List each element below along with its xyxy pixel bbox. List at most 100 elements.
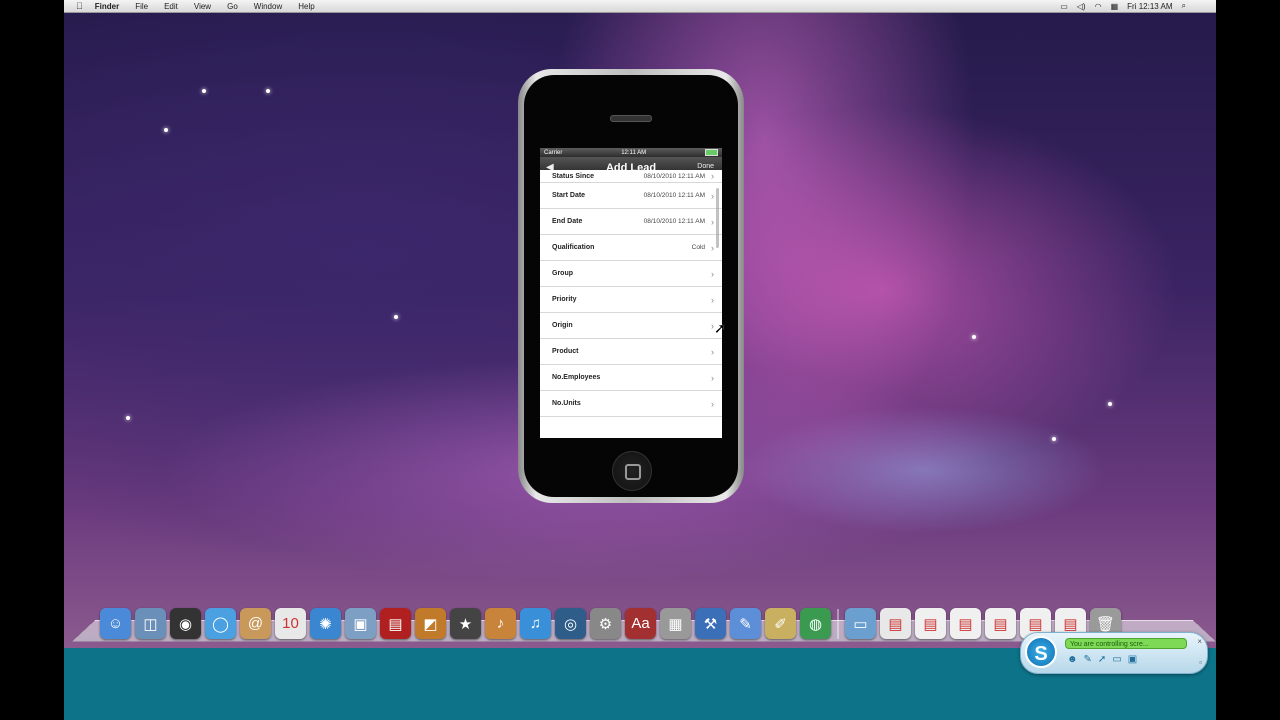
screen:  Finder File Edit View Go Window Help ▭… [64,0,1216,720]
earpiece [610,115,652,122]
done-button[interactable]: Done [697,163,714,170]
iphoto-icon[interactable]: ▣ [345,608,376,639]
globe-icon[interactable]: ◍ [800,608,831,639]
time-machine-icon[interactable]: ◎ [555,608,586,639]
safari-icon[interactable]: ✺ [310,608,341,639]
table-row[interactable]: Start Date 08/10/2010 12:11 AM › [540,183,722,209]
iphone-status-bar: Carrier 12:11 AM [540,148,722,157]
applications-folder-icon[interactable]: ▭ [845,608,876,639]
menu-item-help[interactable]: Help [298,2,314,11]
table-row[interactable]: End Date 08/10/2010 12:11 AM › [540,209,722,235]
keyboard-icon[interactable]: ▦ [1111,2,1119,11]
dock-separator [837,609,839,639]
table-row[interactable]: Product › [540,339,722,365]
table-row[interactable]: Priority › [540,287,722,313]
star [1108,402,1112,406]
chevron-right-icon: › [711,171,714,181]
pen-icon[interactable]: ✎ [1084,654,1092,665]
document-stack-icon[interactable]: ▤ [915,608,946,639]
garageband-icon[interactable]: ♪ [485,608,516,639]
document-stack-icon[interactable]: ▤ [950,608,981,639]
row-label: Group [552,270,573,277]
row-label: Status Since [552,172,595,180]
pointer-icon[interactable]: ➚ [1098,654,1106,665]
chevron-right-icon: › [711,190,714,201]
menu-bar:  Finder File Edit View Go Window Help ▭… [64,0,1216,13]
menu-item-finder[interactable]: Finder [95,2,119,11]
document-stack-icon[interactable]: ▤ [880,608,911,639]
minimize-icon[interactable]: ▫ [1199,658,1202,667]
star [164,128,168,132]
menu-item-file[interactable]: File [135,2,148,11]
apple-icon[interactable]:  [76,1,83,11]
row-value: 08/10/2010 12:11 AM [643,172,705,180]
menu-item-view[interactable]: View [194,2,211,11]
dashboard-icon[interactable]: ◉ [170,608,201,639]
xcode-icon[interactable]: ⚒ [695,608,726,639]
lead-form-list: Status Since 08/10/2010 12:11 AM › Start Da… [540,170,722,417]
row-label: End Date [552,218,583,225]
itunes-icon[interactable]: ♫ [520,608,551,639]
screen-icon[interactable]: ▭ [1112,654,1121,665]
chevron-right-icon: › [711,268,714,279]
dictionary-icon[interactable]: Aa [625,608,656,639]
system-preferences-icon[interactable]: ⚙ [590,608,621,639]
utility-icon[interactable]: ▦ [660,608,691,639]
chevron-right-icon: › [711,346,714,357]
chevron-right-icon: › [711,398,714,409]
row-label: No.Units [552,400,581,407]
close-icon[interactable]: × [1197,637,1202,646]
iphone-simulator: Carrier 12:11 AM ◀ Add Lead Done Status … [518,69,744,503]
photo-booth-icon[interactable]: ▤ [380,608,411,639]
finder-icon[interactable]: ☺ [100,608,131,639]
table-row[interactable]: Qualification Cold › [540,235,722,261]
row-value: 08/10/2010 12:11 AM [643,218,705,225]
mouse-cursor-icon: ➚ [714,320,726,336]
chevron-right-icon: › [711,216,714,227]
menu-extras: ▭ ◁) ◠ ▦ Fri 12:13 AM ⌕ [1060,0,1186,12]
address-book-icon[interactable]: @ [240,608,271,639]
chevron-right-icon: › [711,372,714,383]
iphone-time: 12:11 AM [621,149,647,156]
instruments-icon[interactable]: ✐ [765,608,796,639]
row-label: Priority [552,296,577,303]
imovie-icon[interactable]: ★ [450,608,481,639]
star [266,89,270,93]
menu-item-edit[interactable]: Edit [164,2,178,11]
iphone-bezel: Carrier 12:11 AM ◀ Add Lead Done Status … [524,75,738,497]
volume-icon[interactable]: ◁) [1077,2,1086,11]
home-button[interactable] [612,451,652,491]
contact-icon[interactable]: ☻ [1067,654,1078,665]
row-label: No.Employees [552,374,601,381]
row-label: Qualification [552,244,595,251]
table-row[interactable]: Origin › [540,313,722,339]
table-row[interactable]: No.Units › [540,391,722,417]
wifi-icon[interactable]: ◠ [1095,2,1102,11]
star [394,315,398,319]
carrier-label: Carrier [544,149,563,156]
skype-toolbar: ☻ ✎ ➚ ▭ ▣ [1067,654,1137,665]
spotlight-icon[interactable]: ⌕ [1182,1,1186,11]
screen-share-status: You are controlling scre... [1065,638,1187,649]
ical-icon[interactable]: 10 [275,608,306,639]
preview-icon[interactable]: ◫ [135,608,166,639]
table-row[interactable]: Group › [540,261,722,287]
chevron-right-icon: › [711,242,714,253]
star [126,416,130,420]
document-stack-icon[interactable]: ▤ [985,608,1016,639]
battery-status-icon[interactable]: ▭ [1060,2,1068,11]
chevron-right-icon: › [711,294,714,305]
skype-icon[interactable]: S [1025,636,1057,668]
menu-item-go[interactable]: Go [227,2,238,11]
battery-icon [705,149,718,156]
table-row[interactable]: Status Since 08/10/2010 12:11 AM › [540,170,722,183]
monitor-icon[interactable]: ▣ [1128,654,1137,665]
ichat-icon[interactable]: ◯ [205,608,236,639]
row-label: Product [552,348,579,355]
interface-builder-icon[interactable]: ✎ [730,608,761,639]
iphone-screen: Carrier 12:11 AM ◀ Add Lead Done Status … [540,148,722,438]
menu-clock[interactable]: Fri 12:13 AM [1127,2,1172,11]
image-capture-icon[interactable]: ◩ [415,608,446,639]
menu-item-window[interactable]: Window [254,2,282,11]
table-row[interactable]: No.Employees › [540,365,722,391]
